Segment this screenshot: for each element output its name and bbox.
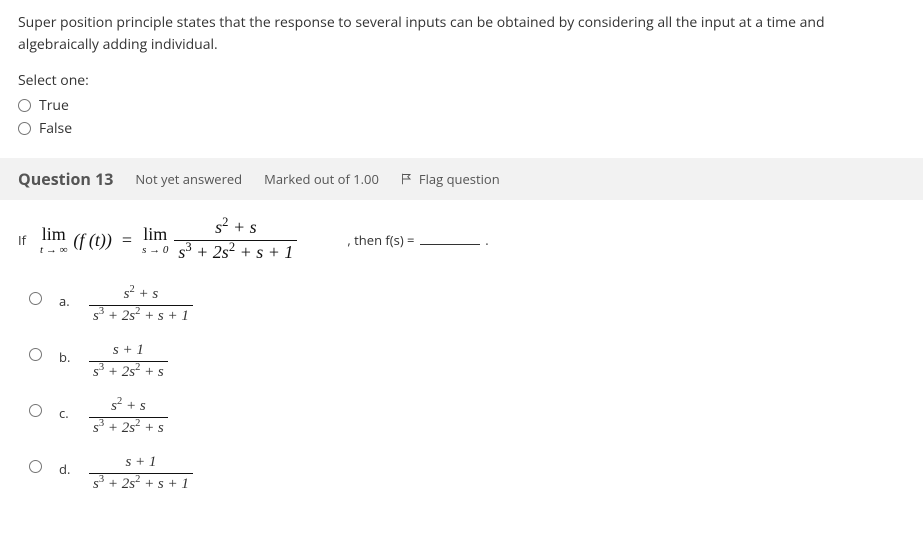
question-13: If lim t → ∞ (f (t)) = lim s → 0 s2 + s … — [0, 200, 923, 519]
letter-a: a. — [59, 292, 75, 310]
letter-d: d. — [59, 460, 75, 478]
flag-question-link[interactable]: Flag question — [401, 170, 500, 188]
lhs-limit: lim t → ∞ (f (t)) — [40, 225, 112, 256]
option-c-row: c. s2 + s s3 + 2s2 + s — [24, 398, 905, 436]
q13-stem: If lim t → ∞ (f (t)) = lim s → 0 s2 + s … — [18, 218, 905, 263]
q12-text: Super position principle states that the… — [18, 12, 905, 57]
radio-a[interactable] — [29, 292, 42, 305]
main-fraction: s2 + s s3 + 2s2 + s + 1 — [174, 218, 297, 263]
option-b-formula: s + 1 s3 + 2s2 + s — [89, 342, 168, 380]
option-true-row: True — [18, 96, 905, 115]
radio-c[interactable] — [29, 404, 42, 417]
option-d-formula: s + 1 s3 + 2s2 + s + 1 — [89, 454, 193, 492]
lim2-word: lim — [143, 225, 167, 243]
question-info-bar: Question 13 Not yet answered Marked out … — [0, 158, 923, 200]
lim2-sub: s → 0 — [142, 245, 168, 256]
option-false-row: False — [18, 119, 905, 138]
radio-d[interactable] — [29, 460, 42, 473]
q13-options: a. s2 + s s3 + 2s2 + s + 1 b. s + 1 s3 +… — [18, 286, 905, 492]
lim1-word: lim — [42, 225, 66, 243]
q12-options: True False — [18, 96, 905, 138]
answer-blank — [420, 241, 480, 245]
option-a-row: a. s2 + s s3 + 2s2 + s + 1 — [24, 286, 905, 324]
radio-false[interactable] — [18, 122, 31, 135]
lim1-fn: (f (t)) — [73, 230, 111, 251]
answer-status: Not yet answered — [135, 170, 242, 188]
main-den: s3 + 2s2 + s + 1 — [174, 240, 297, 263]
if-word: If — [18, 231, 26, 249]
option-d-row: d. s + 1 s3 + 2s2 + s + 1 — [24, 454, 905, 492]
radio-true[interactable] — [18, 99, 31, 112]
lim1-sub: t → ∞ — [40, 245, 67, 256]
letter-b: b. — [59, 348, 75, 366]
option-b-row: b. s + 1 s3 + 2s2 + s — [24, 342, 905, 380]
question-number: Question 13 — [18, 168, 113, 190]
rhs-limit: lim s → 0 s2 + s s3 + 2s2 + s + 1 — [142, 218, 297, 263]
option-a-formula: s2 + s s3 + 2s2 + s + 1 — [89, 286, 193, 324]
label-false: False — [39, 119, 72, 138]
equals: = — [122, 230, 132, 251]
letter-c: c. — [59, 404, 75, 422]
radio-b[interactable] — [29, 348, 42, 361]
flag-label: Flag question — [419, 170, 500, 188]
question-12: Super position principle states that the… — [0, 0, 923, 150]
then-text: , then f(s) = . — [347, 231, 488, 249]
q12-prompt: Select one: — [18, 71, 905, 90]
marks-label: Marked out of 1.00 — [264, 170, 379, 188]
flag-icon — [401, 173, 413, 185]
main-num: s2 + s — [211, 218, 260, 240]
label-true: True — [39, 96, 69, 115]
option-c-formula: s2 + s s3 + 2s2 + s — [89, 398, 168, 436]
